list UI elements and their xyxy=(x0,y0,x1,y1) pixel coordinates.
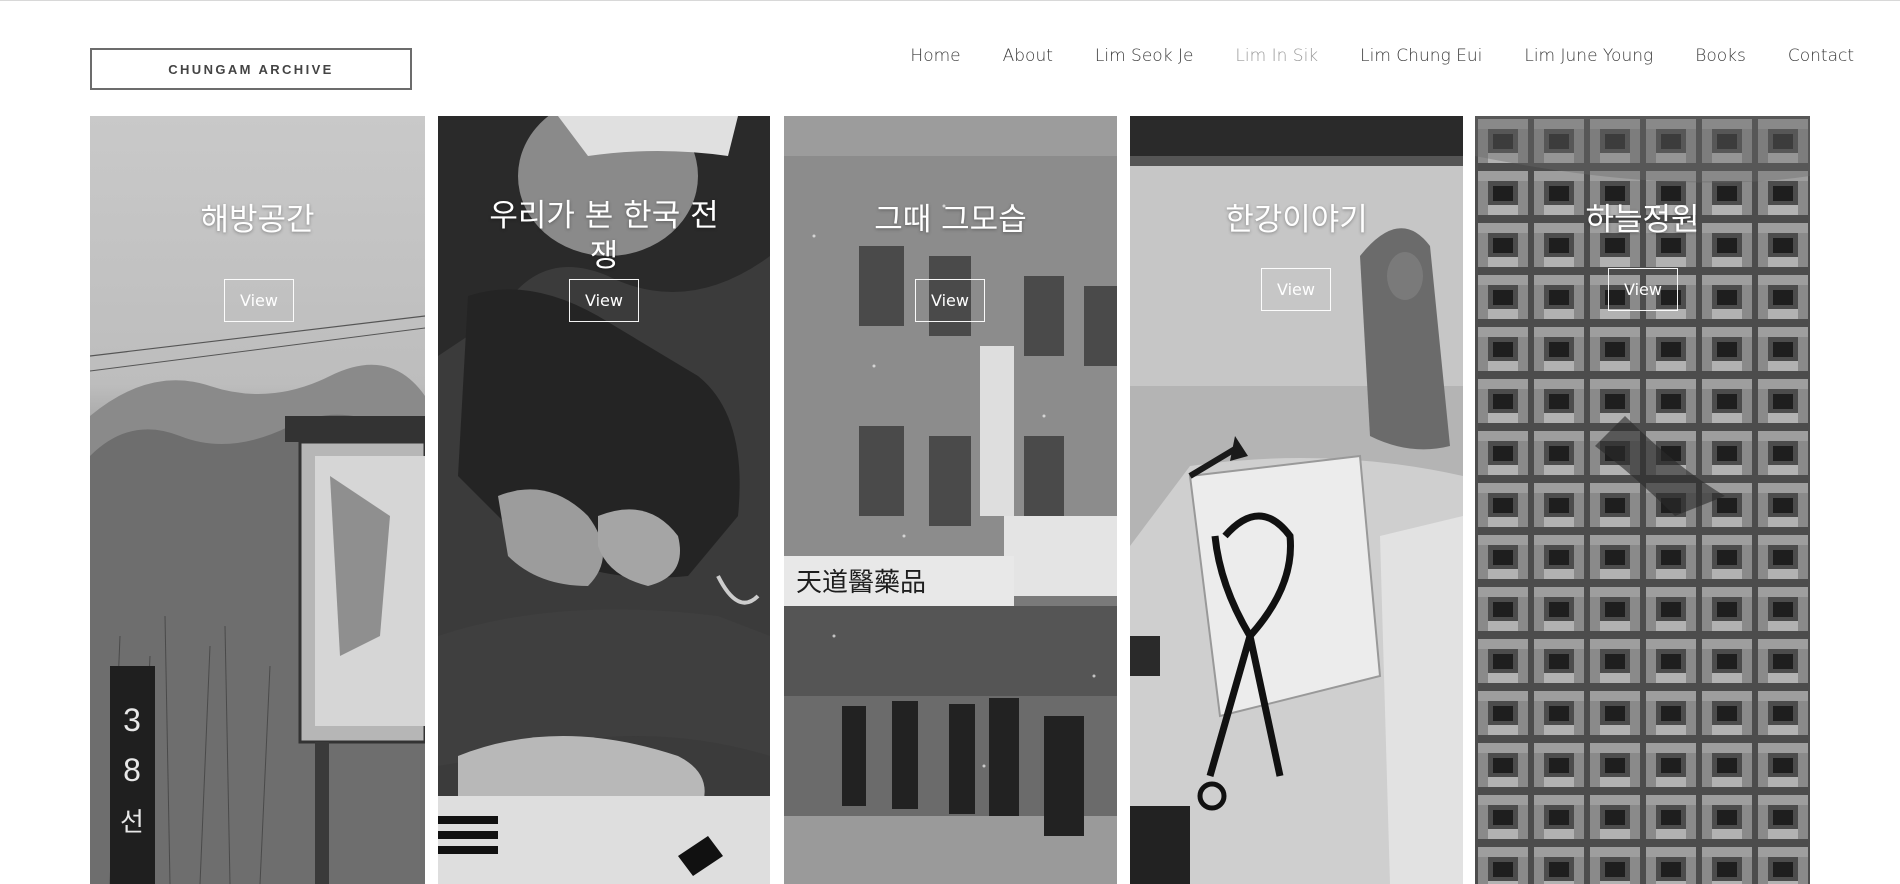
nav-lim-seok-je[interactable]: Lim Seok Je xyxy=(1074,46,1215,66)
gallery-card-title: 해방공간 xyxy=(200,202,315,238)
view-button[interactable]: View xyxy=(569,279,639,322)
nav-about[interactable]: About xyxy=(982,46,1074,66)
nav-contact[interactable]: Contact xyxy=(1767,46,1854,66)
view-button[interactable]: View xyxy=(915,279,985,322)
main-nav: Home About Lim Seok Je Lim In Sik Lim Ch… xyxy=(889,46,1854,66)
nav-home[interactable]: Home xyxy=(889,46,981,66)
view-button[interactable]: View xyxy=(224,279,294,322)
gallery-card-title: 우리가 본 한국 전쟁 xyxy=(489,198,719,274)
view-button[interactable]: View xyxy=(1608,268,1678,311)
gallery-card-liberation[interactable]: 3 8 선 해방공간 View xyxy=(90,116,425,884)
gallery-card-han-river[interactable]: 한강이야기 View xyxy=(1130,116,1463,884)
gallery-card-title: 그때 그모습 xyxy=(874,202,1027,238)
nav-books[interactable]: Books xyxy=(1674,46,1767,66)
gallery-card-title: 한강이야기 xyxy=(1225,202,1368,238)
site-logo[interactable]: CHUNGAM ARCHIVE xyxy=(90,48,412,90)
svg-text:3: 3 xyxy=(123,702,141,738)
nav-lim-chung-eui[interactable]: Lim Chung Eui xyxy=(1339,46,1503,66)
svg-text:8: 8 xyxy=(123,752,141,788)
nav-lim-in-sik[interactable]: Lim In Sik xyxy=(1214,46,1339,66)
gallery-card-korean-war[interactable]: 우리가 본 한국 전쟁 View xyxy=(438,116,770,884)
gallery: 3 8 선 해방공간 View 우리가 본 한국 전쟁 View 天道醫藥品 그… xyxy=(90,116,1810,884)
gallery-card-sky-garden[interactable]: 하늘정원 View xyxy=(1475,116,1810,884)
svg-text:天道醫藥品: 天道醫藥品 xyxy=(796,568,926,598)
view-button[interactable]: View xyxy=(1261,268,1331,311)
svg-text:선: 선 xyxy=(120,808,144,838)
nav-lim-june-young[interactable]: Lim June Young xyxy=(1503,46,1674,66)
top-divider xyxy=(0,0,1900,1)
gallery-card-those-days[interactable]: 天道醫藥品 그때 그모습 View xyxy=(784,116,1117,884)
gallery-card-title: 하늘정원 xyxy=(1585,202,1700,238)
